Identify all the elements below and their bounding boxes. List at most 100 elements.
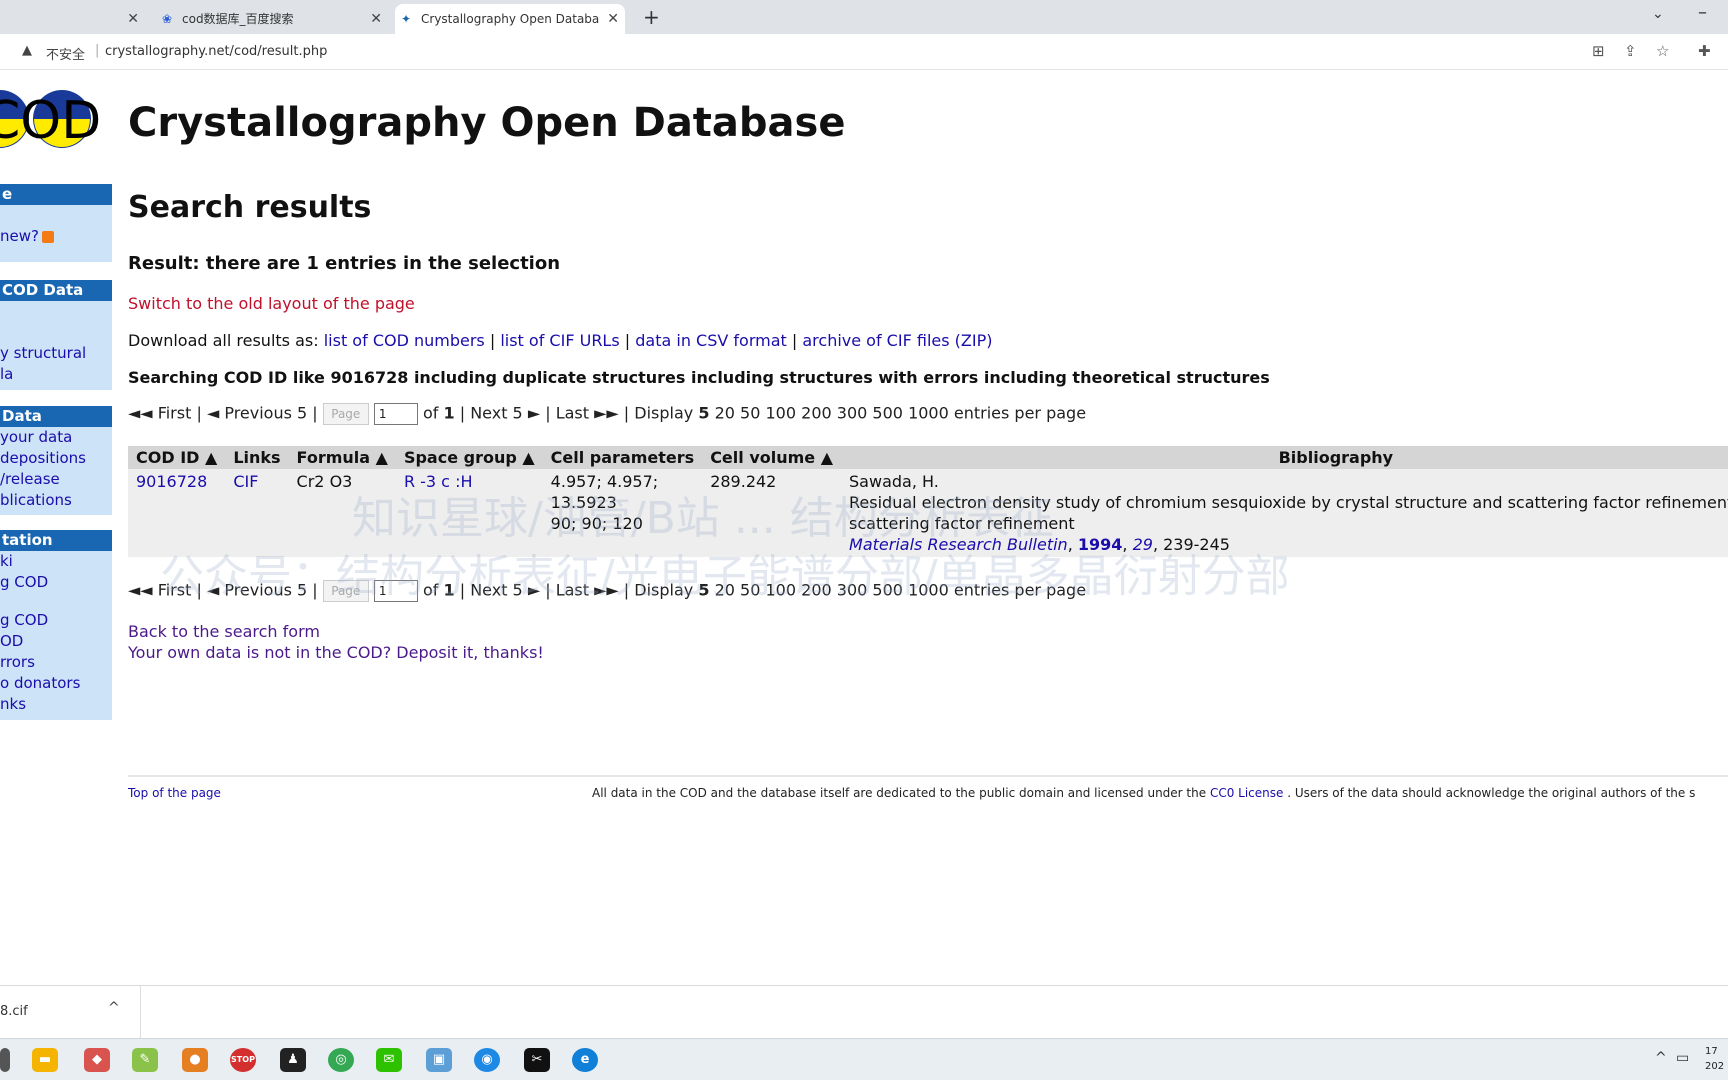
sidebar-item-formula[interactable]: la (0, 364, 112, 385)
stop-app-icon[interactable]: STOP (230, 1048, 256, 1072)
sidebar-item-structural-search[interactable]: y structural (0, 343, 112, 364)
pager-next[interactable]: Next 5 ► (470, 404, 540, 423)
sidebar-item-cod[interactable]: OD (0, 631, 112, 652)
sidebar-item-donators[interactable]: o donators (0, 673, 112, 694)
pager-size-1000[interactable]: 1000 (908, 404, 949, 423)
share-icon[interactable]: ⇪ (1624, 42, 1637, 60)
sidebar-item-thanks[interactable]: nks (0, 694, 112, 715)
address-bar: ▲ 不安全 | crystallography.net/cod/result.p… (0, 34, 1728, 70)
sidebar-item-depositions[interactable]: depositions (0, 448, 112, 469)
edge-browser-icon[interactable]: e (572, 1048, 598, 1072)
tab-search-chevron-icon[interactable]: ⌄ (1652, 6, 1664, 22)
downloaded-file[interactable]: 8.cif (0, 1004, 28, 1019)
cod-id-link[interactable]: 9016728 (136, 472, 207, 491)
old-layout-link[interactable]: Switch to the old layout of the page (128, 294, 415, 313)
pager-suffix: entries per page (953, 403, 1087, 423)
download-options: Download all results as: list of COD num… (128, 331, 993, 350)
browser-tab-baidu[interactable]: ❀ cod数据库_百度搜索 ✕ (156, 4, 388, 34)
warning-triangle-icon[interactable]: ▲ (22, 43, 32, 58)
sidebar-heading: COD Data (0, 280, 112, 301)
wechat-icon[interactable]: ✉ (376, 1048, 402, 1072)
download-options-chevron-icon[interactable]: ^ (108, 1000, 120, 1016)
logo-text: COD (0, 91, 101, 150)
browser-tab-cod-active[interactable]: ✦ Crystallography Open Databa ✕ (395, 4, 625, 34)
browser-tab-1[interactable]: ✕ (0, 4, 145, 34)
bookmark-star-icon[interactable]: ☆ (1656, 42, 1669, 60)
baidu-paw-icon: ❀ (161, 12, 173, 26)
sidebar-heading: e (0, 184, 112, 205)
pager-size-100[interactable]: 100 (766, 404, 797, 423)
sidebar-item-whats-new[interactable]: new? (0, 226, 112, 247)
page-number-input[interactable]: 1 (373, 403, 418, 425)
pager-last[interactable]: Last ►► (556, 404, 619, 423)
file-explorer-icon[interactable]: ▬ (32, 1048, 58, 1072)
download-bar: 8.cif ^ (0, 985, 1728, 1039)
translate-icon[interactable]: ⊞ (1592, 42, 1605, 60)
download-label: Download all results as: (128, 331, 319, 350)
license-text-suffix: . Users of the data should acknowledge t… (1287, 786, 1696, 800)
sidebar-item-release[interactable]: /release (0, 469, 112, 490)
col-cell-volume[interactable]: Cell volume ▲ (702, 446, 842, 469)
search-app-icon[interactable]: ◉ (474, 1048, 500, 1072)
download-zip-link[interactable]: archive of CIF files (ZIP) (802, 331, 992, 350)
license-text: All data in the COD and the database its… (592, 786, 1207, 800)
pager-size-200[interactable]: 200 (801, 404, 832, 423)
download-bar-divider (140, 986, 141, 1039)
network-icon[interactable]: ▭ (1676, 1050, 1689, 1066)
watermark-line-2: 公众号：结构分析表征/光电子能谱分部/单晶多晶衍射分部 (160, 551, 1290, 602)
capcut-icon[interactable]: ✂ (524, 1048, 550, 1072)
sidebar-item-publications[interactable]: blications (0, 490, 112, 511)
image-app-icon[interactable]: ▣ (426, 1048, 452, 1072)
download-csv-link[interactable]: data in CSV format (635, 331, 787, 350)
tab-close-icon[interactable]: ✕ (607, 4, 619, 34)
download-cif-urls-link[interactable]: list of CIF URLs (500, 331, 619, 350)
web-page: COD Crystallography Open Database e new?… (0, 70, 1728, 985)
col-cell-parameters: Cell parameters (542, 446, 703, 469)
pager-previous[interactable]: ◄ Previous 5 (207, 404, 307, 423)
tray-overflow-chevron-icon[interactable]: ^ (1655, 1050, 1667, 1066)
col-links: Links (225, 446, 289, 469)
sidebar-item-citing-cod[interactable]: g COD (0, 572, 112, 593)
pager-first[interactable]: ◄◄ First (128, 404, 191, 423)
footer-divider (128, 775, 1728, 777)
col-formula[interactable]: Formula ▲ (288, 446, 396, 469)
pager-size-500[interactable]: 500 (872, 404, 903, 423)
download-cod-numbers-link[interactable]: list of COD numbers (324, 331, 485, 350)
tab-close-icon[interactable]: ✕ (370, 4, 382, 34)
new-tab-button[interactable]: + (643, 4, 660, 30)
taskbar-edge-icon[interactable] (0, 1048, 10, 1072)
minimize-window-icon[interactable]: – (1698, 2, 1707, 23)
url-input[interactable]: crystallography.net/cod/result.php (105, 44, 327, 59)
chrome-browser-icon[interactable]: ◎ (328, 1048, 354, 1072)
search-description: Searching COD ID like 9016728 including … (128, 368, 1270, 387)
cc0-license-link[interactable]: CC0 License (1210, 786, 1283, 800)
page-go-button[interactable]: Page (322, 403, 369, 425)
result-count: Result: there are 1 entries in the selec… (128, 253, 561, 274)
pager-display-label: Display (634, 403, 694, 423)
balloon-app-icon[interactable]: ● (182, 1048, 208, 1072)
sidebar-item-mirroring-cod[interactable]: g COD (0, 610, 112, 631)
pager-size-20[interactable]: 20 (715, 404, 735, 423)
deposit-data-link[interactable]: Your own data is not in the COD? Deposit… (128, 643, 544, 662)
tab-close-icon[interactable]: ✕ (127, 4, 139, 34)
pager-of: of (422, 403, 439, 423)
table-header-row: COD ID ▲ Links Formula ▲ Space group ▲ C… (128, 446, 1728, 469)
pager-size-50[interactable]: 50 (740, 404, 760, 423)
col-cod-id[interactable]: COD ID ▲ (128, 446, 226, 469)
back-to-search-link[interactable]: Back to the search form (128, 622, 320, 641)
security-status-label[interactable]: 不安全 (46, 44, 85, 63)
sidebar-item-your-data[interactable]: your data (0, 427, 112, 448)
system-clock[interactable]: 17 202 (1705, 1044, 1724, 1074)
pencil-app-icon[interactable]: ✎ (132, 1048, 158, 1072)
top-of-page-link[interactable]: Top of the page (128, 786, 221, 800)
col-space-group[interactable]: Space group ▲ (395, 446, 543, 469)
pager-size-300[interactable]: 300 (837, 404, 868, 423)
cif-link[interactable]: CIF (233, 472, 258, 491)
app-pin-icon[interactable]: ◆ (84, 1048, 110, 1072)
extensions-puzzle-icon[interactable]: ✚ (1698, 42, 1711, 60)
page-title: Search results (128, 190, 372, 225)
cod-logo: COD (0, 90, 101, 150)
sidebar-item-wiki[interactable]: ki (0, 551, 112, 572)
qq-penguin-icon[interactable]: ♟ (280, 1048, 306, 1072)
sidebar-item-errors[interactable]: rrors (0, 652, 112, 673)
